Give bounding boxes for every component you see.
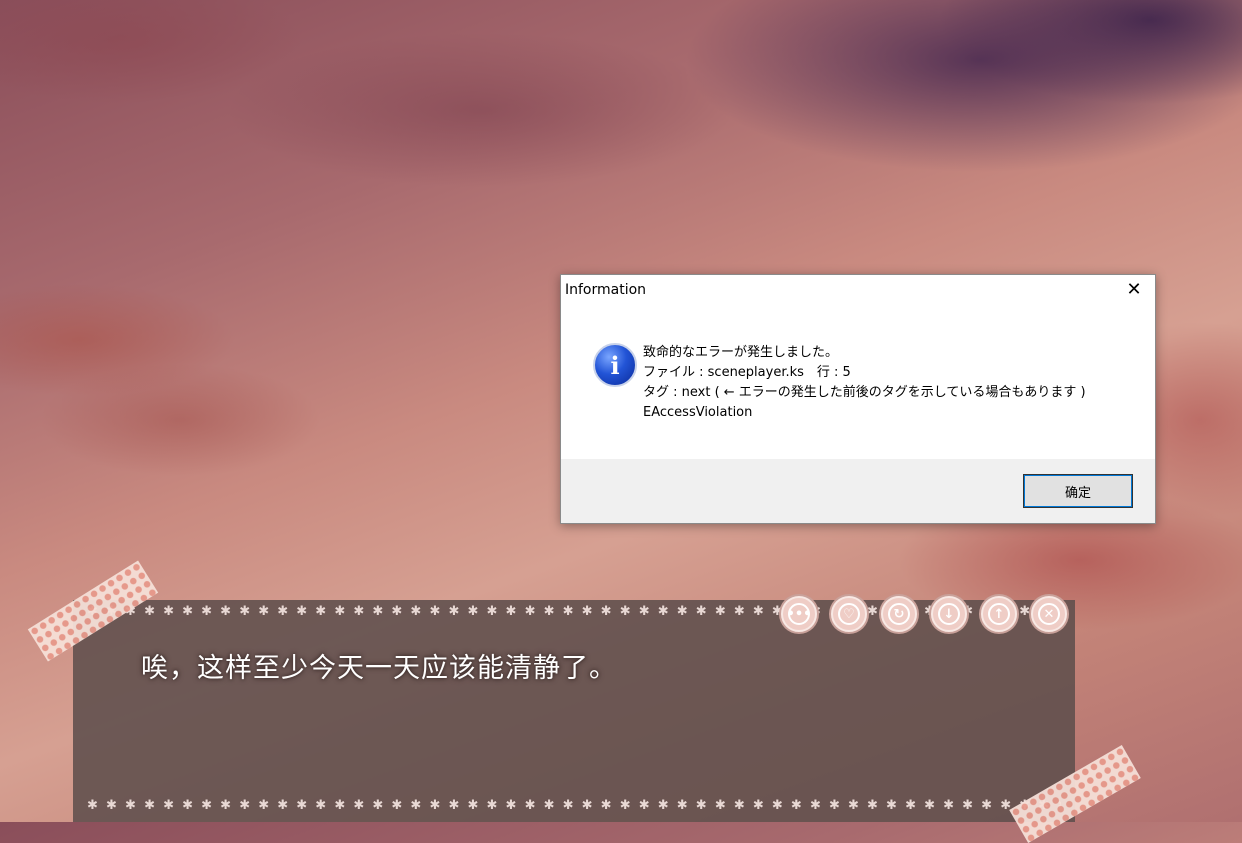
heart-button[interactable]: ♡ <box>831 596 867 632</box>
menu-button[interactable]: ••• <box>781 596 817 632</box>
message-text: 唉，这样至少今天一天应该能清静了。 <box>141 653 617 684</box>
dialog-footer: 确定 <box>561 459 1155 523</box>
scroll-up-button[interactable]: ↑ <box>981 596 1017 632</box>
message-window[interactable]: ✱ ✱ ✱ ✱ ✱ ✱ ✱ ✱ ✱ ✱ ✱ ✱ ✱ ✱ ✱ ✱ ✱ ✱ ✱ ✱ … <box>73 600 1075 822</box>
replay-button[interactable]: ↻ <box>881 596 917 632</box>
ellipsis-icon: ••• <box>787 603 811 625</box>
close-message-button[interactable]: ✕ <box>1031 596 1067 632</box>
dialog-message: 致命的なエラーが発生しました。 ファイル : sceneplayer.ks 行 … <box>643 343 1086 423</box>
close-icon: ✕ <box>1038 603 1060 625</box>
heart-icon: ♡ <box>838 603 860 625</box>
info-icon: i <box>593 343 637 387</box>
replay-icon: ↻ <box>888 603 910 625</box>
scroll-down-button[interactable]: ↓ <box>931 596 967 632</box>
arrow-up-icon: ↑ <box>988 603 1010 625</box>
arrow-down-icon: ↓ <box>938 603 960 625</box>
dialog-title: Information <box>565 282 647 298</box>
dialog-line-file: ファイル : sceneplayer.ks 行 : 5 <box>643 365 851 380</box>
ok-button[interactable]: 确定 <box>1023 474 1133 508</box>
error-dialog: Information ✕ i 致命的なエラーが発生しました。 ファイル : s… <box>560 274 1156 524</box>
dialog-line-tag: タグ : next ( ← エラーの発生した前後のタグを示している場合もあります… <box>643 385 1086 400</box>
dialog-line-exception: EAccessViolation <box>643 405 753 420</box>
dialog-close-button[interactable]: ✕ <box>1123 279 1145 301</box>
dialog-line-error: 致命的なエラーが発生しました。 <box>643 345 839 360</box>
stitch-border-bottom: ✱ ✱ ✱ ✱ ✱ ✱ ✱ ✱ ✱ ✱ ✱ ✱ ✱ ✱ ✱ ✱ ✱ ✱ ✱ ✱ … <box>87 798 1061 813</box>
